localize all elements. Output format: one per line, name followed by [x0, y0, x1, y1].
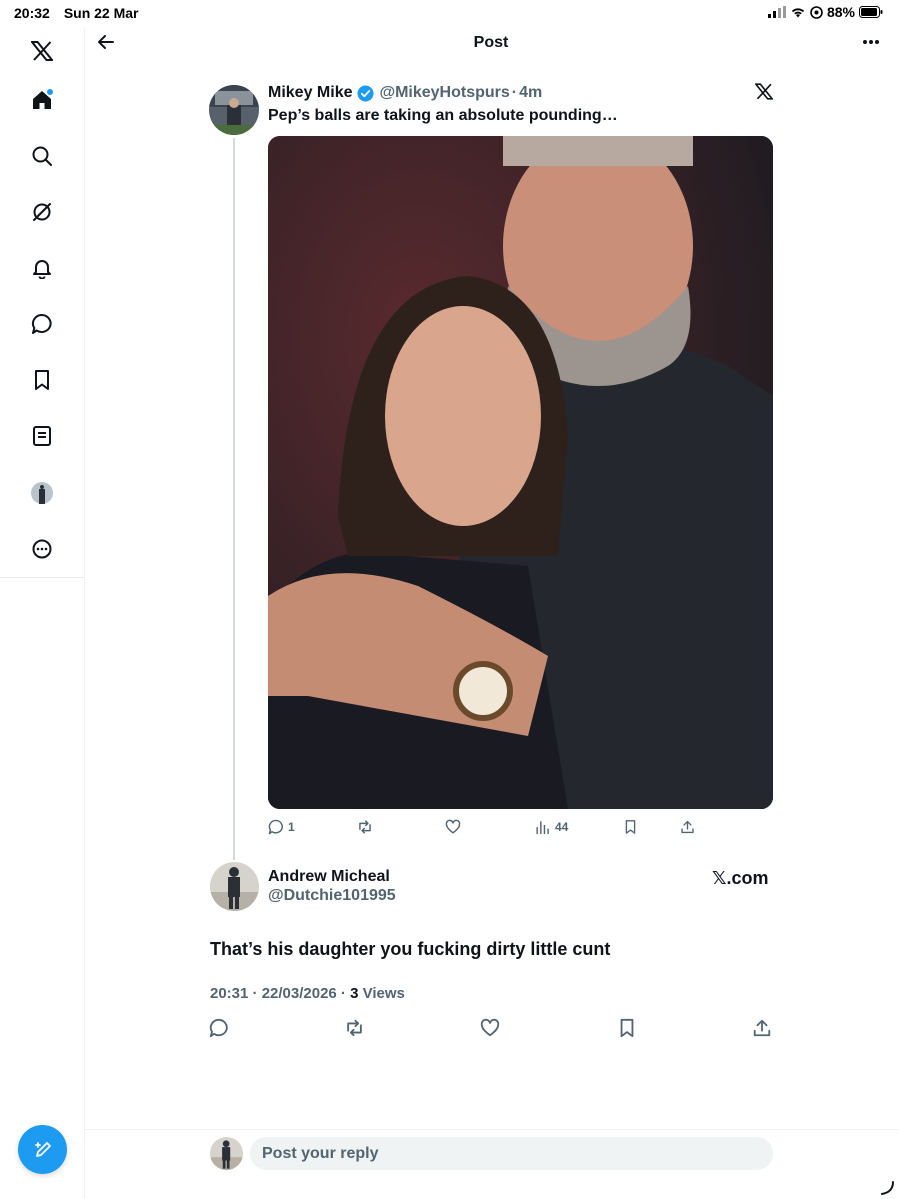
quoted-views-button[interactable]: 44	[535, 819, 568, 835]
bookmarks-icon[interactable]	[30, 368, 54, 392]
share-icon	[680, 819, 695, 835]
x-logo-icon	[755, 83, 775, 101]
status-bar-left: 20:32 Sun 22 Mar	[14, 5, 139, 21]
share-button[interactable]	[752, 1018, 774, 1040]
status-time: 20:32	[14, 5, 50, 21]
heart-icon	[445, 819, 461, 835]
post-timestamp[interactable]: 20:31 · 22/03/2026 ·	[210, 985, 350, 1002]
compose-post-button[interactable]	[18, 1125, 67, 1174]
page-title: Post	[473, 34, 509, 51]
battery-percent: 88%	[826, 4, 855, 20]
profile-avatar[interactable]	[30, 481, 54, 505]
quoted-post-name[interactable]: Mikey Mike	[268, 84, 352, 102]
battery-icon	[859, 6, 883, 18]
bookmark-button[interactable]	[617, 1018, 639, 1040]
quoted-post-text: Pep’s balls are taking an absolute pound…	[268, 107, 618, 124]
wifi-icon	[790, 6, 806, 18]
views-label: Views	[358, 985, 405, 1002]
reply-post-name[interactable]: Andrew Micheal	[268, 868, 390, 886]
search-icon[interactable]	[30, 144, 54, 168]
reply-bar-avatar[interactable]	[210, 1137, 243, 1170]
sidebar-nav	[0, 28, 85, 1199]
post-photo[interactable]	[268, 136, 773, 809]
reply-post-avatar[interactable]	[210, 862, 259, 911]
reply-count: 1	[288, 820, 295, 834]
post-meta: 20:31 · 22/03/2026 · 3 Views	[210, 985, 405, 1002]
more-circle-icon[interactable]	[30, 537, 54, 561]
location-icon	[810, 5, 823, 19]
quoted-reply-button[interactable]: 1	[268, 819, 295, 835]
reply-post-text: That’s his daughter you fucking dirty li…	[210, 939, 611, 959]
status-date: Sun 22 Mar	[63, 5, 139, 21]
views-chart-icon	[535, 819, 551, 835]
cellular-signal-icon	[767, 6, 786, 18]
repost-button[interactable]	[344, 1018, 366, 1040]
source-label[interactable]: 𝕏.com	[712, 868, 769, 889]
reply-button[interactable]	[209, 1018, 231, 1040]
quoted-post-separator: ·	[511, 84, 518, 101]
compose-post-icon	[32, 1139, 54, 1161]
resize-handle-icon	[879, 1180, 895, 1196]
sidebar-divider	[0, 577, 84, 578]
reply-post-handle[interactable]: @Dutchie101995	[268, 887, 396, 905]
home-icon[interactable]	[30, 88, 54, 112]
grok-icon[interactable]	[30, 200, 54, 224]
quoted-share-button[interactable]	[680, 819, 695, 835]
reply-bar-divider	[85, 1129, 899, 1130]
quoted-post-time: 4m	[519, 84, 543, 101]
quoted-post-header: Mikey Mike @MikeyHotspurs · 4m	[268, 84, 542, 102]
reply-icon	[268, 819, 284, 835]
thread-line	[233, 138, 235, 860]
lists-icon[interactable]	[30, 424, 54, 448]
status-bar-right: 88%	[767, 4, 883, 20]
quoted-post-avatar[interactable]	[209, 85, 259, 135]
verified-badge-icon	[357, 85, 374, 102]
like-button[interactable]	[480, 1018, 502, 1040]
bookmark-icon	[623, 819, 638, 835]
quoted-bookmark-button[interactable]	[623, 819, 638, 835]
more-options-icon[interactable]	[859, 32, 883, 52]
reply-input[interactable]	[250, 1137, 773, 1170]
views-count: 44	[555, 820, 569, 834]
notifications-bell-icon[interactable]	[30, 256, 54, 280]
quoted-repost-button[interactable]	[357, 819, 373, 835]
repost-icon	[357, 819, 373, 835]
messages-icon[interactable]	[30, 312, 54, 336]
quoted-like-button[interactable]	[445, 819, 461, 835]
quoted-post-handle[interactable]: @MikeyHotspurs	[379, 84, 509, 102]
